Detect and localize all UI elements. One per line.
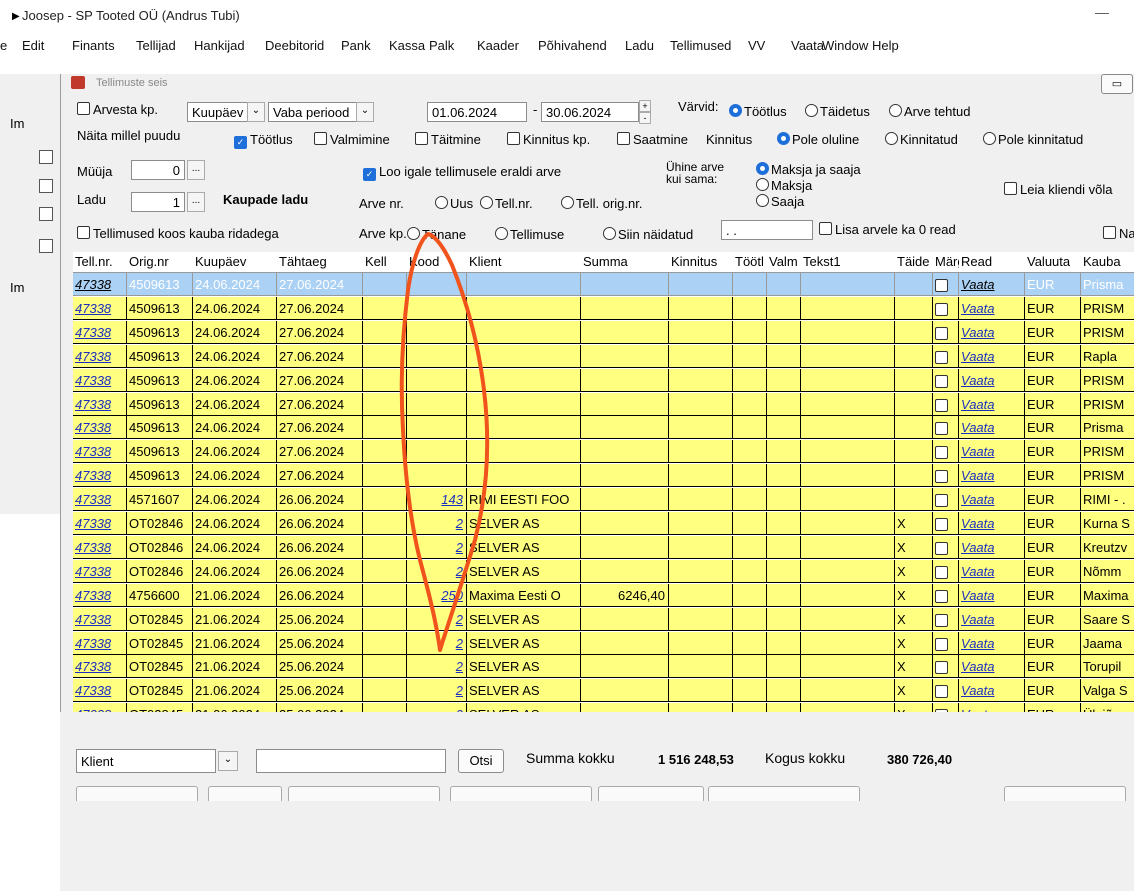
annotation-overlay [399, 232, 490, 652]
annotation-freehand-loop [399, 232, 490, 652]
